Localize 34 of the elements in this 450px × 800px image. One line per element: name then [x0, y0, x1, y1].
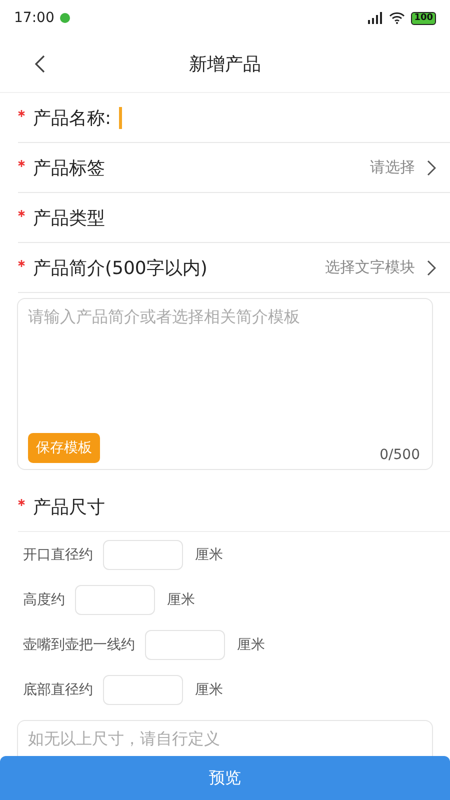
chevron-right-icon[interactable] [427, 260, 436, 276]
unit-label: 厘米 [167, 590, 195, 608]
field-placeholder: 如无以上尺寸，请自行定义 [28, 729, 220, 748]
measurement-input[interactable] [103, 540, 183, 570]
field-label: 产品尺寸 [33, 496, 105, 518]
measurement-input[interactable] [145, 630, 225, 660]
field-label: 产品标签 [33, 156, 105, 180]
unit-label: 厘米 [195, 680, 223, 698]
unit-label: 厘米 [195, 546, 223, 564]
textarea-placeholder: 请输入产品简介或者选择相关简介模板 [28, 307, 301, 328]
wifi-icon [389, 12, 406, 24]
back-icon[interactable] [34, 55, 46, 73]
field-label: 产品简介(500字以内) [33, 256, 208, 280]
field-label: 产品名称: [33, 106, 112, 130]
field-label: 产品类型 [33, 206, 105, 230]
notification-icon [60, 13, 70, 23]
measurement-label: 开口直径约 [23, 546, 93, 564]
measurement-label: 底部直径约 [23, 680, 93, 698]
signal-icon [367, 12, 384, 24]
measurement-input[interactable] [75, 584, 155, 614]
battery-icon: 100 [411, 12, 436, 24]
select-hint[interactable]: 选择文字模块 [325, 258, 415, 277]
save-template-button[interactable]: 保存模板 [28, 433, 100, 463]
measurement-label: 壶嘴到壶把一线约 [23, 636, 135, 654]
unit-label: 厘米 [237, 636, 265, 654]
measurement-input[interactable] [103, 674, 183, 704]
intro-textarea[interactable]: 请输入产品简介或者选择相关简介模板 保存模板 0/500 [17, 298, 433, 470]
measurement-label: 高度约 [23, 590, 65, 608]
page-title: 新增产品 [189, 53, 261, 76]
status-time: 17:00 [14, 10, 54, 26]
preview-button[interactable]: 预览 [0, 756, 450, 800]
character-counter: 0/500 [380, 447, 420, 463]
select-hint[interactable]: 请选择 [370, 158, 415, 177]
chevron-right-icon[interactable] [427, 160, 436, 176]
